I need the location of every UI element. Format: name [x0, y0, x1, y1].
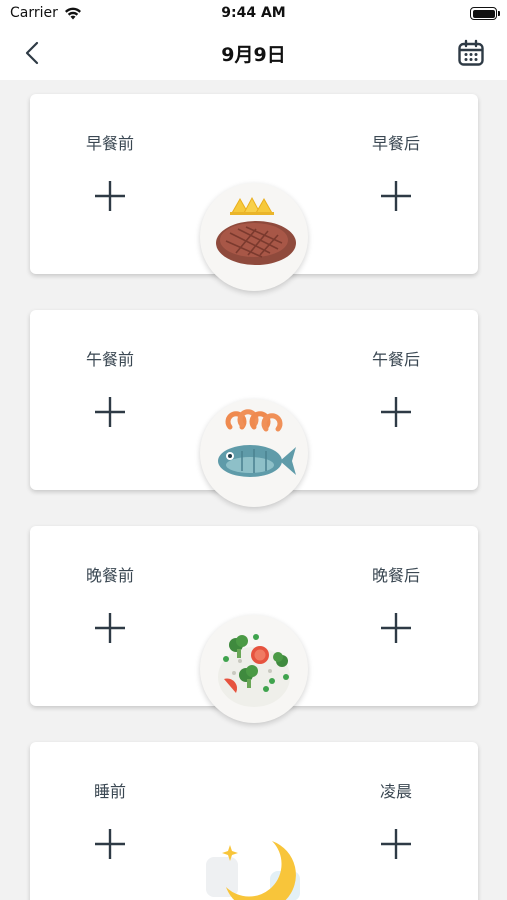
plus-icon[interactable]: [92, 610, 128, 646]
slot-bedtime: 睡前: [55, 778, 165, 862]
page-title: 9月9日: [221, 44, 286, 66]
steak-image: [200, 183, 308, 291]
salad-image: [200, 615, 308, 723]
slot-label-before: 午餐前: [85, 350, 134, 369]
slot-label-before: 晚餐前: [85, 566, 134, 585]
slot-label-after: 晚餐后: [371, 566, 420, 585]
slot-after-dinner: 晚餐后: [341, 562, 451, 646]
plus-icon[interactable]: [92, 178, 128, 214]
plus-icon[interactable]: [92, 394, 128, 430]
plus-icon[interactable]: [378, 826, 414, 862]
slot-label-after: 早餐后: [371, 134, 420, 153]
slot-after-breakfast: 早餐后: [341, 130, 451, 214]
slot-before-breakfast: 早餐前: [55, 130, 165, 214]
slot-label-after: 凌晨: [379, 782, 412, 801]
slot-before-dinner: 晚餐前: [55, 562, 165, 646]
slot-label-before: 早餐前: [85, 134, 134, 153]
plus-icon[interactable]: [378, 394, 414, 430]
plus-icon[interactable]: [378, 178, 414, 214]
slot-label-before: 睡前: [93, 782, 126, 801]
plus-icon[interactable]: [92, 826, 128, 862]
slot-after-lunch: 午餐后: [341, 346, 451, 430]
fish-shrimp-image: [200, 399, 308, 507]
status-time: 9:44 AM: [221, 5, 286, 21]
calendar-icon[interactable]: [457, 39, 485, 67]
nav-bar: 9月9日: [0, 28, 507, 80]
battery-icon: [470, 7, 500, 20]
plus-icon[interactable]: [378, 610, 414, 646]
slot-before-lunch: 午餐前: [55, 346, 165, 430]
slot-early-morning: 凌晨: [341, 778, 451, 862]
status-bar: Carrier 9:44 AM: [0, 0, 507, 28]
slot-label-after: 午餐后: [371, 350, 420, 369]
